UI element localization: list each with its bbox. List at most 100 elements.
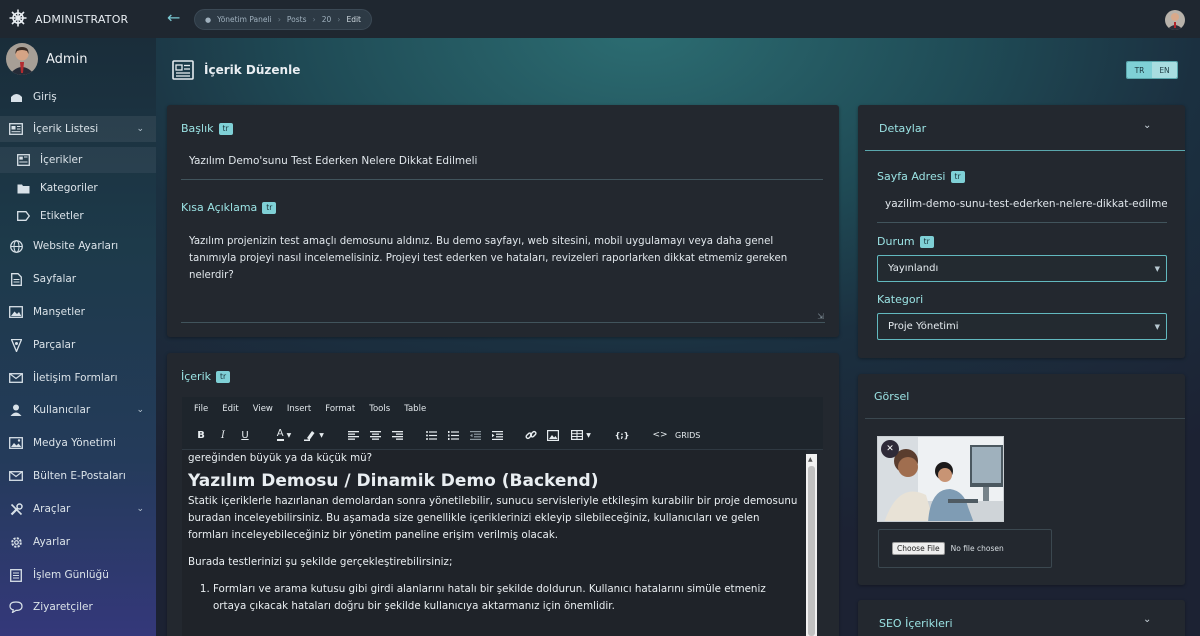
sidebar-item-etiketler[interactable]: Etiketler [0, 203, 156, 229]
sidebar-user-name: Admin [46, 51, 88, 67]
content-label-text: İçerik [181, 370, 212, 383]
chevron-down-icon: ⌄ [136, 124, 144, 134]
align-right-icon[interactable] [391, 427, 403, 443]
highlight-icon[interactable]: ▼ [301, 427, 327, 443]
scrollbar-thumb[interactable] [808, 466, 815, 636]
sidebar-item-islem-gunlugu[interactable]: İşlem Günlüğü [0, 562, 156, 588]
image-preview: ✕ [877, 436, 1004, 522]
sidebar-item-label: Website Ayarları [33, 240, 119, 252]
sidebar-item-icerikler[interactable]: İçerikler [0, 147, 156, 173]
grids-button[interactable]: GRIDS [675, 427, 700, 443]
sidebar-item-ayarlar[interactable]: Ayarlar [0, 529, 156, 555]
chevron-down-icon[interactable]: ⌄ [1143, 120, 1151, 131]
sidebar-item-medya-yonetimi[interactable]: Medya Yönetimi [0, 430, 156, 456]
lang-tag: tr [262, 201, 277, 214]
numbered-list-icon[interactable] [447, 427, 459, 443]
document-icon [16, 153, 30, 167]
language-switch: TR EN [1126, 61, 1178, 79]
puzzle-icon [9, 338, 23, 352]
editor-content-area[interactable]: gereğinden büyük ya da küçük mü? Yazılım… [182, 450, 806, 636]
brand[interactable]: ADMINISTRATOR [0, 0, 156, 38]
link-icon[interactable] [525, 427, 537, 443]
title-input-value: Yazılım Demo'sunu Test Ederken Nelere Di… [189, 155, 478, 167]
breadcrumb-item[interactable]: 20 [322, 15, 332, 24]
sidebar-item-label: Bülten E-Postaları [33, 470, 126, 482]
sidebar-user[interactable]: Admin [0, 38, 156, 80]
editor-list-item: Formları ve arama kutusu gibi girdi alan… [213, 581, 799, 615]
sidebar-item-label: İletişim Formları [33, 372, 118, 384]
brand-name: ADMINISTRATOR [35, 12, 129, 26]
sidebar-item-mansetler[interactable]: Manşetler [0, 299, 156, 325]
editor-menu-file[interactable]: File [194, 404, 208, 414]
sidebar-item-label: Ziyaretçiler [33, 601, 93, 613]
editor-menu-edit[interactable]: Edit [222, 404, 238, 414]
page-title-text: İçerik Düzenle [204, 63, 301, 77]
italic-icon[interactable]: I [217, 427, 229, 443]
sidebar-item-label: İşlem Günlüğü [33, 569, 109, 581]
choose-file-button[interactable]: Choose File [892, 542, 945, 555]
summary-textarea-value: Yazılım projenizin test amaçlı demosunu … [189, 236, 788, 281]
source-code-icon[interactable]: <> [652, 427, 667, 443]
editor-menu-tools[interactable]: Tools [369, 404, 390, 414]
back-arrow-icon[interactable]: ← [167, 10, 180, 26]
folder-icon [16, 181, 30, 195]
editor-menu-view[interactable]: View [253, 404, 273, 414]
divider [865, 150, 1185, 151]
sidebar-item-araclar[interactable]: Araçlar ⌄ [0, 496, 156, 522]
lang-en-button[interactable]: EN [1152, 62, 1177, 78]
category-select[interactable]: Proje Yönetimi ▼ [877, 313, 1167, 340]
user-avatar[interactable] [1165, 10, 1185, 30]
table-icon[interactable]: ▼ [569, 427, 593, 443]
scroll-up-icon[interactable]: ▲ [808, 456, 813, 463]
template-icon[interactable]: {;} [615, 427, 630, 443]
sidebar-item-iletisim-formlari[interactable]: İletişim Formları [0, 365, 156, 391]
sidebar-item-ziyaretciler[interactable]: Ziyaretçiler [0, 594, 156, 620]
align-left-icon[interactable] [347, 427, 359, 443]
sidebar-item-icerik-listesi[interactable]: İçerik Listesi ⌄ [0, 116, 156, 142]
sidebar-item-sayfalar[interactable]: Sayfalar [0, 266, 156, 292]
slug-input[interactable]: yazilim-demo-sunu-test-ederken-nelere-di… [877, 193, 1167, 223]
status-select[interactable]: Yayınlandı ▼ [877, 255, 1167, 282]
align-center-icon[interactable] [369, 427, 381, 443]
page-icon [9, 272, 23, 286]
summary-textarea[interactable]: Yazılım projenizin test amaçlı demosunu … [181, 225, 825, 323]
sidebar-item-kategoriler[interactable]: Kategoriler [0, 175, 156, 201]
title-input[interactable]: Yazılım Demo'sunu Test Ederken Nelere Di… [181, 146, 823, 180]
title-label-text: Başlık [181, 122, 214, 135]
gear-icon [9, 535, 23, 549]
image-icon[interactable] [547, 427, 559, 443]
sidebar-item-kullanicilar[interactable]: Kullanıcılar ⌄ [0, 397, 156, 423]
category-label: Kategori [877, 293, 923, 306]
chevron-down-icon[interactable]: ⌄ [1143, 614, 1151, 625]
underline-icon[interactable]: U [239, 427, 251, 443]
editor-scrollbar[interactable]: ▲ [806, 454, 817, 636]
editor-paragraph: gereğinden büyük ya da küçük mü? [188, 452, 373, 464]
bold-icon[interactable]: B [195, 427, 207, 443]
editor-menu-table[interactable]: Table [404, 404, 426, 414]
sidebar-item-giris[interactable]: Giriş [0, 84, 156, 110]
sidebar-item-label: Manşetler [33, 306, 85, 318]
resize-handle-icon[interactable]: ⇲ [817, 313, 824, 321]
breadcrumb-item[interactable]: Yönetim Paneli [217, 15, 272, 24]
sidebar-item-bulten-epostalari[interactable]: Bülten E-Postaları [0, 463, 156, 489]
breadcrumb: ● Yönetim Paneli › Posts › 20 › Edit [194, 9, 372, 30]
bullet-list-icon[interactable] [425, 427, 437, 443]
sidebar-item-parcalar[interactable]: Parçalar [0, 332, 156, 358]
slug-label: Sayfa Adresi tr [877, 170, 965, 183]
breadcrumb-item: Edit [346, 15, 361, 24]
editor-menu-insert[interactable]: Insert [287, 404, 311, 414]
no-file-text: No file chosen [950, 544, 1004, 553]
remove-image-icon[interactable]: ✕ [881, 440, 899, 458]
user-icon [9, 403, 23, 417]
sidebar-item-website-ayarlari[interactable]: Website Ayarları [0, 233, 156, 259]
sidebar-item-label: İçerik Listesi [33, 123, 99, 135]
outdent-icon[interactable] [469, 427, 481, 443]
newspaper-icon [9, 122, 23, 136]
text-color-icon[interactable]: A ▼ [273, 427, 295, 443]
chat-icon [9, 600, 23, 614]
tag-icon [16, 209, 30, 223]
breadcrumb-item[interactable]: Posts [287, 15, 307, 24]
editor-menu-format[interactable]: Format [325, 404, 355, 414]
indent-icon[interactable] [491, 427, 503, 443]
lang-tr-button[interactable]: TR [1127, 62, 1152, 78]
